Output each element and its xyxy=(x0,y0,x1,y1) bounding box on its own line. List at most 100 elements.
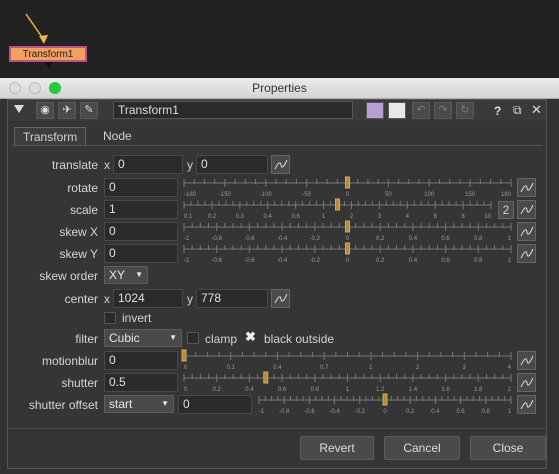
rotate-label: rotate xyxy=(67,181,98,195)
redo-icon[interactable]: ↷ xyxy=(434,102,452,119)
scale-input[interactable]: 1 xyxy=(104,200,178,219)
slider-handle[interactable] xyxy=(382,393,388,406)
black-outside-checkbox[interactable]: ✖ xyxy=(245,330,257,343)
input-node-icon[interactable]: ✈ xyxy=(58,102,76,119)
help-icon[interactable]: ? xyxy=(494,104,501,118)
undo-icon[interactable]: ↶ xyxy=(412,102,430,119)
close-panel-icon[interactable]: ✕ xyxy=(531,102,542,118)
window-title: Properties xyxy=(252,81,307,95)
translate-animation-icon[interactable] xyxy=(271,155,290,174)
center-node-icon[interactable]: ◉ xyxy=(36,102,54,119)
shutter-offset-dropdown[interactable]: start ▼ xyxy=(104,395,174,413)
slider-handle[interactable] xyxy=(345,220,350,233)
slider-tick-label: 1 xyxy=(508,258,512,263)
slider-handle[interactable] xyxy=(345,176,350,189)
slider-handle[interactable] xyxy=(345,242,350,255)
scale-channels-button[interactable]: 2 xyxy=(498,201,514,219)
filter-value: Cubic xyxy=(109,331,140,345)
skew-y-slider[interactable]: -1 -0.8 -0.6 -0.4 -0.2 0 0.2 0.4 0.6 0.8 1 xyxy=(180,241,515,263)
clamp-label: clamp xyxy=(205,332,238,346)
collapse-triangle-icon[interactable] xyxy=(14,105,24,113)
revert-button[interactable]: Revert xyxy=(300,436,374,460)
center-x-input[interactable]: 1024 xyxy=(113,289,183,308)
shutter-offset-slider[interactable]: -1 -0.8 -0.6 -0.4 -0.2 0 0.2 0.4 0.6 0.8 1 xyxy=(255,392,515,414)
shutter-animation-icon[interactable] xyxy=(517,373,536,392)
chevron-down-icon: ▼ xyxy=(135,270,143,279)
center-y-input[interactable]: 778 xyxy=(196,289,268,308)
gl-color-icon[interactable] xyxy=(388,102,406,119)
motionblur-label: motionblur xyxy=(41,354,98,368)
tab-node-label: Node xyxy=(103,129,132,143)
slider-tick-label: -0.4 xyxy=(329,409,340,414)
motionblur-animation-icon[interactable] xyxy=(517,351,536,370)
slider-tick-label: 0.6 xyxy=(456,409,465,414)
cancel-button[interactable]: Cancel xyxy=(384,436,460,460)
skew-x-slider[interactable]: -1 -0.8 -0.6 -0.4 -0.2 0 0.2 0.4 0.6 0.8 1 xyxy=(180,219,515,241)
center-x-label: x xyxy=(104,292,110,306)
slider-tick-label: 0.2 xyxy=(406,409,415,414)
slider-handle[interactable] xyxy=(335,198,340,211)
scale-label: scale xyxy=(69,203,98,217)
float-panel-icon[interactable]: ⧉ xyxy=(513,103,522,118)
node-name-field[interactable]: Transform1 xyxy=(113,101,353,119)
chevron-down-icon: ▼ xyxy=(169,333,177,342)
skew-y-animation-icon[interactable] xyxy=(517,244,536,263)
close-button[interactable]: Close xyxy=(470,436,546,460)
center-y-label: y xyxy=(187,292,193,306)
slider-tick-label: -0.6 xyxy=(304,409,315,414)
slider-handle[interactable] xyxy=(263,371,269,384)
slider-tick-label: -1 xyxy=(184,258,190,263)
chevron-down-icon: ▼ xyxy=(161,399,169,408)
translate-label: translate xyxy=(51,158,98,172)
slider-tick-label: 0 xyxy=(346,258,350,263)
translate-y-input[interactable]: 0 xyxy=(196,155,268,174)
rotate-animation-icon[interactable] xyxy=(517,178,536,197)
window-titlebar: Properties xyxy=(0,78,559,99)
scale-animation-icon[interactable] xyxy=(517,200,536,219)
tab-divider xyxy=(12,145,542,146)
shutter-slider[interactable]: 0 0.2 0.4 0.6 0.8 1 1.2 1.4 1.6 1.8 2 xyxy=(180,370,515,392)
skew-order-label: skew order xyxy=(39,269,98,283)
shutter-input[interactable]: 0.5 xyxy=(104,373,178,392)
slider-handle[interactable] xyxy=(181,349,187,362)
skew-x-animation-icon[interactable] xyxy=(517,222,536,241)
clamp-checkbox[interactable] xyxy=(187,332,199,344)
motionblur-input[interactable]: 0 xyxy=(104,351,178,370)
settings-wrench-icon[interactable]: ✎ xyxy=(80,102,98,119)
tab-transform[interactable]: Transform xyxy=(14,127,87,146)
properties-window: Properties ◉ ✈ ✎ Transform1 ↶ ↷ ↻ ? ⧉ ✕ … xyxy=(0,78,559,474)
slider-tick-label: 0.2 xyxy=(376,258,385,263)
slider-tick-label: 0.4 xyxy=(431,409,440,414)
transform-node[interactable]: Transform1 xyxy=(9,46,87,62)
slider-tick-label: -0.2 xyxy=(310,258,321,263)
shutter-offset-animation-icon[interactable] xyxy=(517,395,536,414)
shutter-offset-input[interactable]: 0 xyxy=(178,395,252,414)
tab-node[interactable]: Node xyxy=(95,127,140,145)
invert-checkbox[interactable] xyxy=(104,312,116,324)
skew-order-dropdown[interactable]: XY ▼ xyxy=(104,266,148,284)
shutter-offset-label: shutter offset xyxy=(28,398,98,412)
shutter-offset-mode: start xyxy=(109,397,133,411)
bottom-divider xyxy=(8,428,546,429)
filter-dropdown[interactable]: Cubic ▼ xyxy=(104,329,182,347)
translate-x-input[interactable]: 0 xyxy=(113,155,183,174)
slider-tick-label: -0.6 xyxy=(244,258,255,263)
skew-y-label: skew Y xyxy=(59,247,98,261)
rotate-input[interactable]: 0 xyxy=(104,178,178,197)
slider-tick-label: -0.8 xyxy=(279,409,290,414)
skew-x-input[interactable]: 0 xyxy=(104,222,178,241)
rotate-slider[interactable]: -180 -150 -100 -50 0 50 100 150 180 xyxy=(180,175,515,197)
slider-tick-label: 0.8 xyxy=(482,409,491,414)
node-color-icon[interactable] xyxy=(366,102,384,119)
center-animation-icon[interactable] xyxy=(271,289,290,308)
scale-slider[interactable]: 0.1 0.2 0.3 0.4 0.6 1 2 3 4 6 8 10 xyxy=(180,197,495,219)
slider-tick-label: 0.4 xyxy=(409,258,418,263)
revert-knobs-icon[interactable]: ↻ xyxy=(456,102,474,119)
translate-x-label: x xyxy=(104,158,110,172)
motionblur-slider[interactable]: 0 0.1 0.4 0.7 1 2 3 4 xyxy=(180,348,515,370)
skew-order-value: XY xyxy=(109,268,126,282)
slider-tick-label: -0.2 xyxy=(355,409,366,414)
slider-tick-label: 0.8 xyxy=(474,258,483,263)
skew-y-input[interactable]: 0 xyxy=(104,244,178,263)
slider-tick-label: 1 xyxy=(508,409,512,414)
